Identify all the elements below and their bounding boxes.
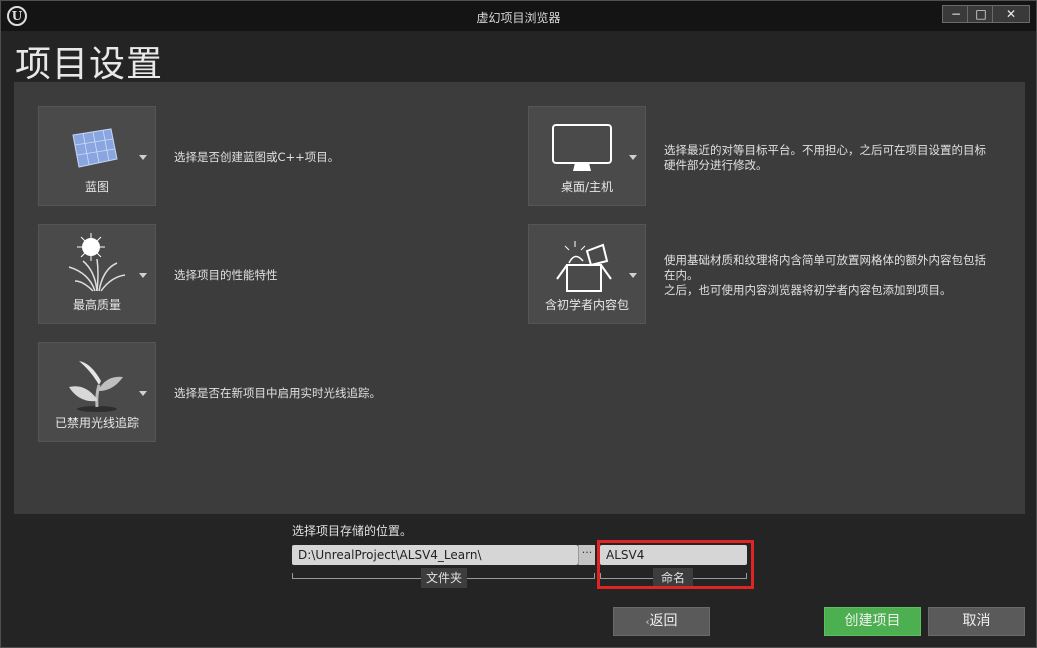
quality-icon	[39, 233, 155, 295]
close-button[interactable]: ✕	[992, 5, 1030, 23]
create-project-button[interactable]: 创建项目	[824, 607, 921, 636]
back-button[interactable]: ‹返回	[613, 607, 710, 636]
blueprint-description: 选择是否创建蓝图或C++项目。	[174, 150, 340, 164]
platform-description-line2: 硬件部分进行修改。	[664, 158, 768, 172]
window-title: 虚幻项目浏览器	[476, 11, 561, 25]
folder-path-input[interactable]: D:\UnrealProject\ALSV4_Learn\	[292, 545, 578, 565]
back-button-label: 返回	[649, 613, 678, 629]
chevron-down-icon	[139, 391, 147, 396]
platform-tile[interactable]: 桌面/主机	[528, 106, 646, 206]
starter-content-description-line3: 之后，也可使用内容浏览器将初学者内容包添加到项目。	[664, 283, 952, 297]
title-bar: U 虚幻项目浏览器 − □ ✕	[1, 1, 1036, 31]
platform-description-line1: 选择最近的对等目标平台。不用担心，之后可在项目设置的目标	[664, 143, 986, 157]
browse-folder-button[interactable]: ···	[578, 545, 595, 565]
blueprint-tile[interactable]: 蓝图	[38, 106, 156, 206]
chevron-down-icon	[629, 155, 637, 160]
platform-description: 选择最近的对等目标平台。不用担心，之后可在项目设置的目标 硬件部分进行修改。	[664, 143, 986, 173]
page-title: 项目设置	[15, 44, 164, 85]
tile-label: 蓝图	[84, 180, 109, 194]
maximize-button[interactable]: □	[967, 5, 995, 23]
folder-caption: 文件夹	[421, 568, 467, 588]
raytracing-tile[interactable]: 已禁用光线追踪	[38, 342, 156, 442]
starter-content-description-line1: 使用基础材质和纹理将内含简单可放置网格体的额外内容包包括	[664, 253, 986, 267]
settings-panel: 蓝图 选择是否创建蓝图或C++项目。 最高质量 选择项目的性能特性 已禁用光线追…	[14, 82, 1025, 514]
quality-description: 选择项目的性能特性	[174, 268, 278, 282]
chevron-down-icon	[629, 273, 637, 278]
raytracing-description: 选择是否在新项目中启用实时光线追踪。	[174, 386, 381, 400]
starter-content-description: 使用基础材质和纹理将内含简单可放置网格体的额外内容包包括 在内。 之后，也可使用…	[664, 253, 986, 298]
quality-tile[interactable]: 最高质量	[38, 224, 156, 324]
chevron-down-icon	[139, 155, 147, 160]
tile-label: 含初学者内容包	[544, 298, 629, 312]
starter-content-description-line2: 在内。	[664, 268, 699, 282]
location-label: 选择项目存储的位置。	[292, 524, 413, 538]
raytracing-icon	[39, 351, 155, 413]
tile-label: 最高质量	[72, 298, 121, 312]
cancel-button[interactable]: 取消	[928, 607, 1025, 636]
starter-content-icon	[529, 233, 645, 295]
blueprint-icon	[39, 115, 155, 177]
tile-label: 桌面/主机	[560, 180, 614, 194]
name-highlight-box	[597, 540, 754, 589]
monitor-icon	[529, 115, 645, 177]
starter-content-tile[interactable]: 含初学者内容包	[528, 224, 646, 324]
project-browser-window: U 虚幻项目浏览器 − □ ✕ 项目设置 蓝图 选择是否创建蓝图或C++项目。 …	[0, 0, 1037, 648]
tile-label: 已禁用光线追踪	[54, 416, 139, 430]
minimize-button[interactable]: −	[942, 5, 970, 23]
chevron-down-icon	[139, 273, 147, 278]
